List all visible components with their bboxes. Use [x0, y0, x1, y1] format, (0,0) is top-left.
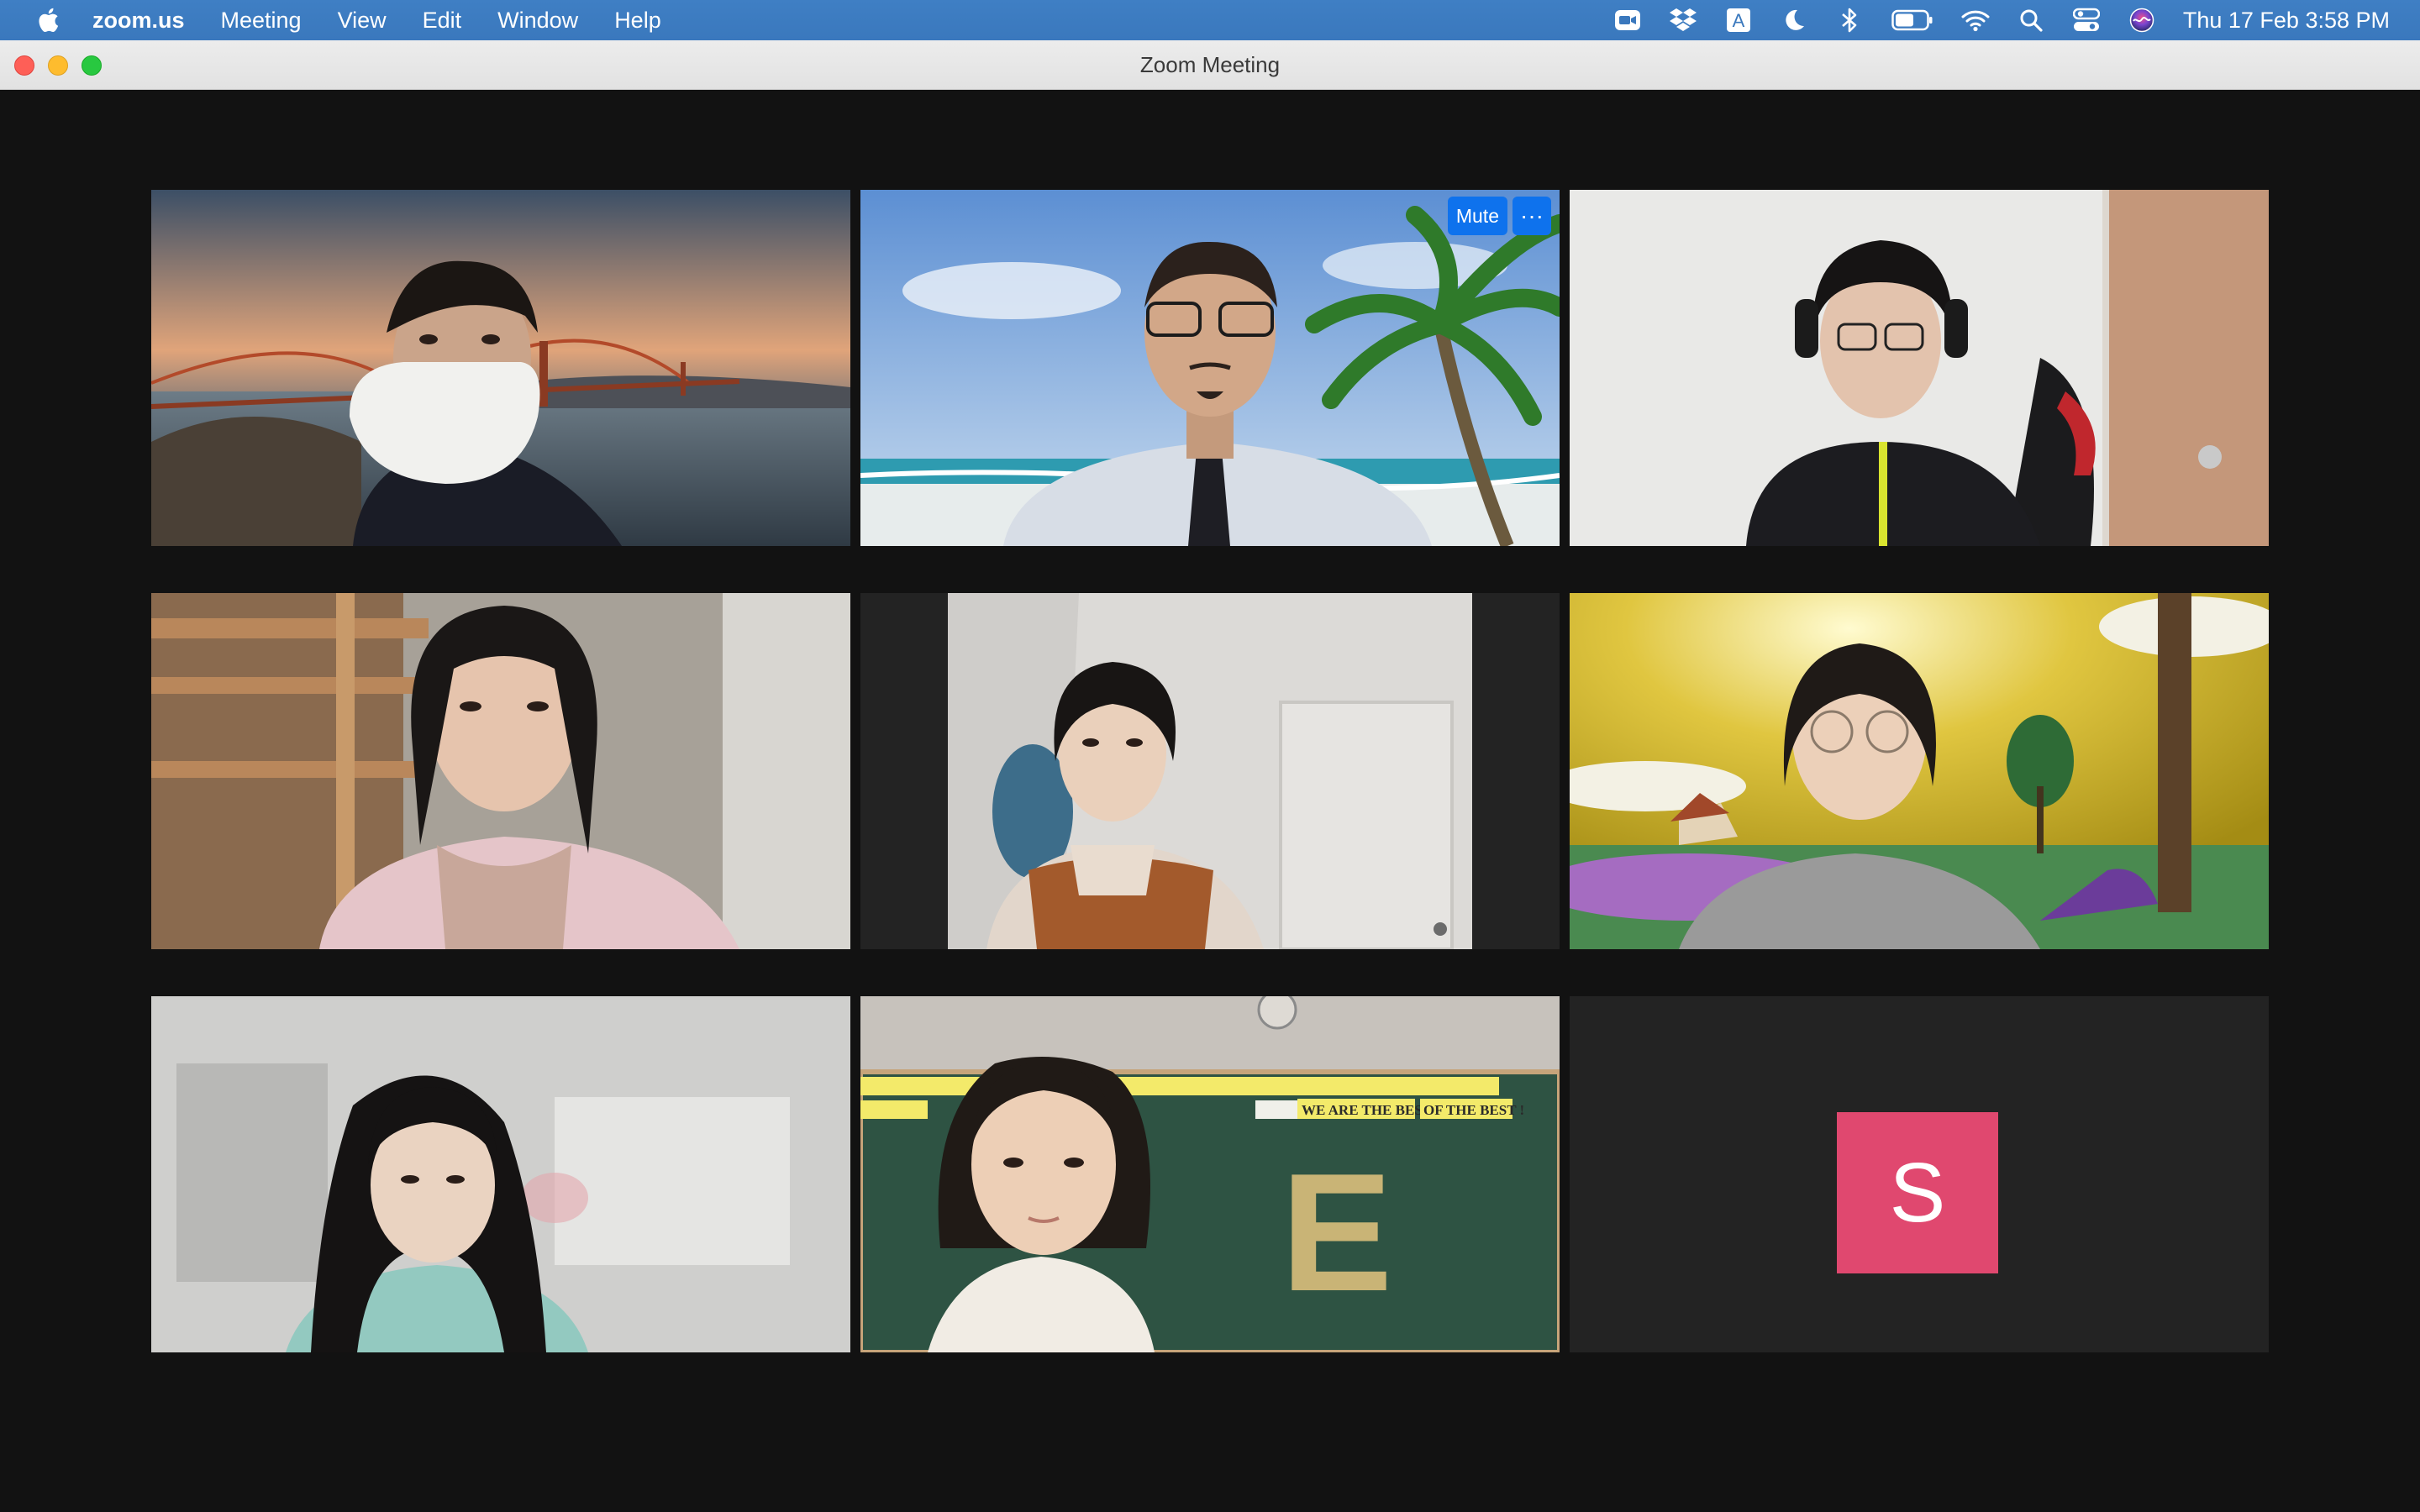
video-tile-participant-9[interactable]: S — [1570, 996, 2269, 1352]
tile-hover-controls: Mute ··· — [1447, 197, 1551, 235]
participant-avatar: S — [1837, 1112, 1998, 1273]
video-feed: WE ARE THE BEST OF THE BEST ! E — [860, 996, 1560, 1352]
menu-view[interactable]: View — [338, 8, 387, 34]
mute-participant-button[interactable]: Mute — [1447, 197, 1507, 235]
menu-help[interactable]: Help — [614, 8, 661, 34]
battery-icon[interactable] — [1891, 6, 1934, 34]
menu-bar: zoom.us Meeting View Edit Window Help A — [0, 0, 2420, 40]
gallery-view: Mute ··· WE ARE THE BEST OF THE BEST ! E… — [0, 90, 2420, 1512]
video-feed — [860, 593, 1560, 949]
window-title-bar[interactable]: Zoom Meeting — [0, 40, 2420, 90]
video-feed — [151, 593, 850, 949]
window-title: Zoom Meeting — [1139, 51, 1281, 77]
video-feed — [1570, 593, 2269, 949]
input-source-icon[interactable]: A — [1724, 6, 1753, 34]
video-tile-participant-8[interactable]: WE ARE THE BEST OF THE BEST ! E — [860, 996, 1560, 1352]
menu-bar-clock[interactable]: Thu 17 Feb 3:58 PM — [2183, 8, 2390, 34]
video-tile-participant-7[interactable] — [151, 996, 850, 1352]
window-fullscreen-button[interactable] — [82, 55, 102, 76]
video-feed — [1570, 190, 2269, 546]
video-tile-participant-1[interactable] — [151, 190, 850, 546]
video-tile-participant-5[interactable] — [860, 593, 1560, 949]
spotlight-search-icon[interactable] — [2017, 6, 2045, 34]
menu-window[interactable]: Window — [497, 8, 578, 34]
video-feed — [860, 190, 1560, 546]
window-close-button[interactable] — [14, 55, 34, 76]
video-feed — [151, 996, 850, 1352]
input-source-letter: A — [1733, 10, 1745, 31]
chalk-letter: E — [1281, 1139, 1392, 1326]
menu-meeting[interactable]: Meeting — [221, 8, 302, 34]
apple-menu-icon[interactable] — [37, 8, 59, 33]
video-tile-participant-2[interactable]: Mute ··· — [860, 190, 1560, 546]
wifi-icon[interactable] — [1961, 6, 1990, 34]
menu-edit[interactable]: Edit — [423, 8, 462, 34]
board-banner-text-1: WE ARE THE BEST — [1302, 1102, 1433, 1118]
board-banner-text-2: OF THE BEST ! — [1423, 1102, 1524, 1118]
focus-moon-icon[interactable] — [1780, 6, 1808, 34]
siri-icon[interactable] — [2128, 6, 2156, 34]
video-feed — [151, 190, 850, 546]
dropbox-icon[interactable] — [1669, 6, 1697, 34]
video-tile-participant-4[interactable] — [151, 593, 850, 949]
zoom-icon[interactable] — [1613, 6, 1642, 34]
bluetooth-icon[interactable] — [1835, 6, 1864, 34]
more-options-button[interactable]: ··· — [1512, 197, 1551, 235]
video-tile-participant-6[interactable] — [1570, 593, 2269, 949]
menu-app-name[interactable]: zoom.us — [92, 8, 185, 34]
video-tile-participant-3[interactable] — [1570, 190, 2269, 546]
control-center-icon[interactable] — [2072, 6, 2101, 34]
window-minimize-button[interactable] — [48, 55, 68, 76]
